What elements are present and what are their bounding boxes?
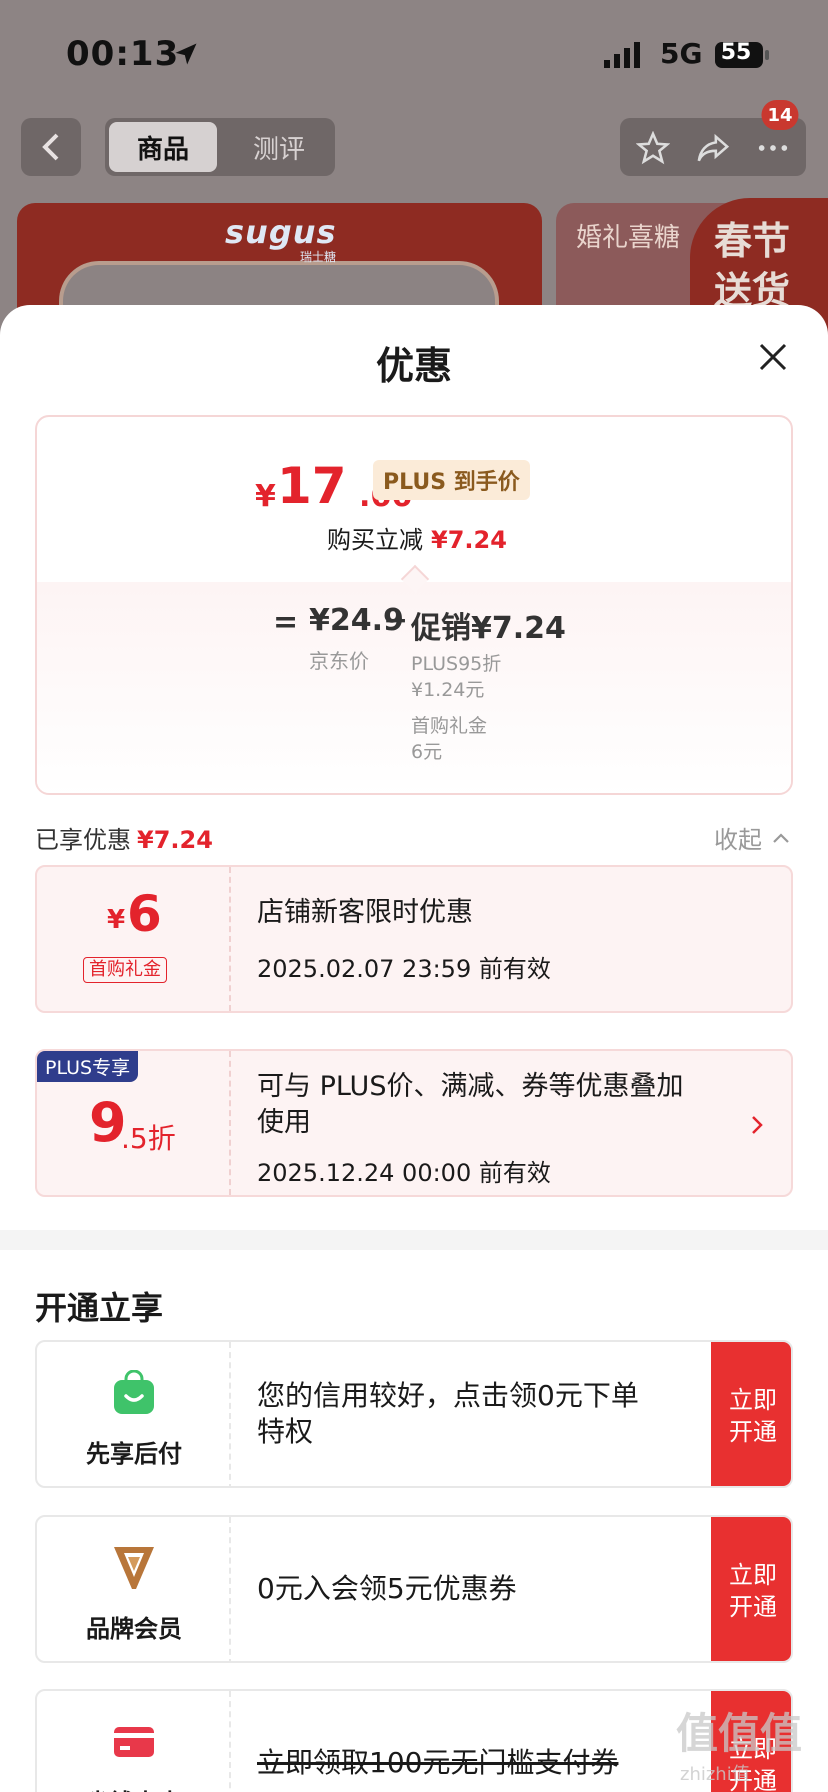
promo-gift-detail: 首购礼金 6元 bbox=[411, 713, 487, 765]
close-icon[interactable] bbox=[755, 339, 791, 375]
status-time: 00:13 bbox=[66, 34, 180, 74]
brand-logo-sub: 瑞士糖 bbox=[300, 250, 337, 264]
location-arrow-icon bbox=[175, 43, 197, 65]
product-tabs: 商品 测评 bbox=[105, 118, 335, 176]
service-logo-area: 省钱卡点 bbox=[37, 1691, 231, 1792]
battery-level: 55 bbox=[720, 40, 752, 65]
coupon-title-line1: 可与 PLUS价、满减、券等优惠叠加 bbox=[257, 1071, 684, 1102]
service-desc-line1: 立即领取100元无门槛支付券 bbox=[257, 1746, 619, 1779]
equals-sign: = bbox=[273, 605, 299, 640]
star-icon[interactable] bbox=[636, 131, 670, 165]
activate-label-line1: 立即 bbox=[729, 1386, 777, 1414]
reduce-label: 购买立减 bbox=[327, 526, 423, 554]
coupon-tag: 首购礼金 bbox=[83, 957, 167, 983]
plus-exclusive-tag: PLUS专享 bbox=[37, 1051, 139, 1082]
minus-sign: − bbox=[383, 603, 409, 638]
promo-plus-name: PLUS95折 bbox=[411, 653, 502, 675]
service-name: 品牌会员 bbox=[86, 1615, 182, 1643]
signal-icon bbox=[604, 42, 640, 68]
v-logo-icon bbox=[114, 1547, 154, 1589]
coupon-amount-area: PLUS专享 9 .5折 bbox=[37, 1051, 231, 1195]
share-icon[interactable] bbox=[696, 131, 730, 165]
section-divider bbox=[0, 1230, 828, 1250]
promo-plus-amount: ¥1.24元 bbox=[411, 679, 485, 701]
promo-gift-name: 首购礼金 bbox=[411, 715, 488, 737]
status-bar: 00:13 5G 55 bbox=[0, 0, 828, 105]
enjoyed-amount: ¥7.24 bbox=[137, 826, 213, 854]
chevron-left-icon bbox=[42, 133, 59, 161]
back-button[interactable] bbox=[21, 118, 81, 176]
tab-review[interactable]: 测评 bbox=[229, 122, 329, 172]
price-integer: 17 bbox=[277, 457, 347, 515]
price-card: ¥ 17 .66 PLUS 到手价 购买立减¥7.24 = ¥24.9 京东价 … bbox=[35, 415, 793, 795]
coupon-date: 2025.02.07 23:59 前有效 bbox=[257, 955, 551, 983]
spring-promo-text: 春节送货 bbox=[714, 218, 791, 313]
coupon-title: 店铺新客限时优惠 bbox=[257, 897, 473, 928]
enjoyed-discount: 已享优惠 ¥7.24 bbox=[35, 820, 213, 855]
activate-label-line2: 开通 bbox=[729, 1593, 777, 1621]
activate-button[interactable]: 立即 开通 bbox=[711, 1517, 791, 1661]
open-section-title: 开通立享 bbox=[35, 1289, 164, 1327]
enjoyed-label: 已享优惠 bbox=[35, 826, 131, 854]
reduce-line: 购买立减 ¥7.24 bbox=[327, 520, 507, 555]
chevron-right-icon[interactable] bbox=[751, 1115, 763, 1135]
service-name: 省钱卡点 bbox=[37, 1783, 231, 1792]
coupon-plus[interactable]: PLUS专享 9 .5折 可与 PLUS价、满减、券等优惠叠加 使用 2025.… bbox=[35, 1049, 793, 1197]
service-desc-line1: 您的信用较好，点击领0元下单 bbox=[257, 1379, 639, 1412]
service-desc-line1: 0元入会领5元优惠券 bbox=[257, 1572, 517, 1605]
promo-gift-amount: 6元 bbox=[411, 741, 443, 763]
more-icon[interactable] bbox=[756, 131, 790, 165]
service-brand-member[interactable]: 品牌会员 0元入会领5元优惠券 立即开通 bbox=[35, 1515, 793, 1663]
coupon-new-customer[interactable]: ¥ 6 首购礼金 店铺新客限时优惠 2025.02.07 23:59 前有效 bbox=[35, 865, 793, 1013]
service-desc-line2: 特权 bbox=[257, 1415, 314, 1448]
service-name: 先享后付 bbox=[86, 1440, 182, 1468]
discount-sheet: 优惠 ¥ 17 .66 PLUS 到手价 购买立减¥7.24 = ¥24.9 京… bbox=[0, 305, 828, 1792]
shopping-bag-icon bbox=[114, 1370, 154, 1414]
promo-total: 促销¥7.24 bbox=[411, 611, 566, 646]
reduce-amount: ¥7.24 bbox=[431, 526, 507, 554]
notification-badge: 14 bbox=[761, 100, 799, 130]
sheet-title: 优惠 bbox=[375, 344, 452, 388]
tab-product[interactable]: 商品 bbox=[109, 122, 217, 172]
service-logo-area: 品牌会员 bbox=[37, 1517, 231, 1661]
activate-button[interactable]: 立即 开通 bbox=[711, 1342, 791, 1486]
card-icon bbox=[114, 1727, 154, 1757]
coupon-currency: ¥ bbox=[107, 905, 126, 935]
activate-label-line1: 立即 bbox=[729, 1561, 777, 1589]
collapse-label: 收起 bbox=[714, 826, 762, 854]
watermark-sub: zhizhi值 bbox=[680, 1764, 750, 1785]
brand-logo: sugus bbox=[225, 213, 337, 251]
service-pay-later[interactable]: 先享后付 您的信用较好，点击领0元下单 特权 立即开通 bbox=[35, 1340, 793, 1488]
side-banner-text: 婚礼喜糖 bbox=[576, 223, 681, 253]
promo-plus-detail: PLUS95折 ¥1.24元 bbox=[411, 651, 501, 703]
plus-price-tag: PLUS 到手价 bbox=[373, 460, 530, 500]
coupon-title-line2: 使用 bbox=[257, 1107, 311, 1138]
coupon-discount-suffix: .5折 bbox=[121, 1122, 176, 1155]
service-logo-area: 先享后付 bbox=[37, 1342, 231, 1486]
coupon-amount-area: ¥ 6 首购礼金 bbox=[37, 867, 231, 1011]
price-currency: ¥ bbox=[255, 479, 276, 514]
chevron-up-icon bbox=[773, 832, 789, 843]
network-label: 5G bbox=[660, 37, 703, 70]
coupon-date: 2025.12.24 00:00 前有效 bbox=[257, 1159, 551, 1187]
watermark: 值值值 bbox=[676, 1709, 803, 1758]
jd-price-label: 京东价 bbox=[309, 649, 369, 673]
activate-label-line2: 开通 bbox=[729, 1418, 777, 1446]
collapse-toggle[interactable]: 收起 bbox=[714, 820, 790, 855]
coupon-amount: 6 bbox=[127, 885, 162, 943]
